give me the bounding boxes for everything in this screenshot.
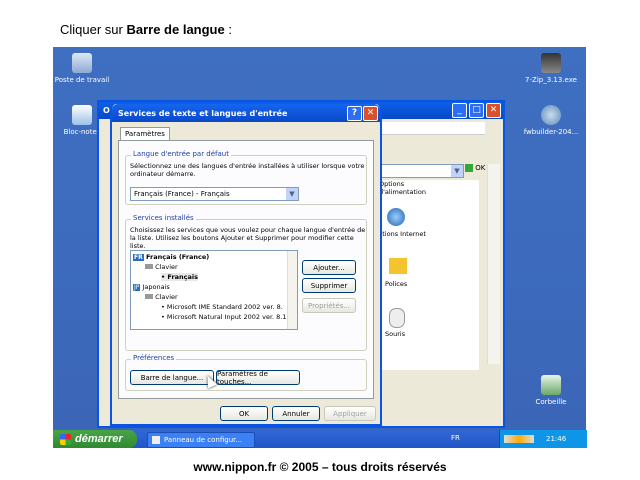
properties-button[interactable]: Propriétés... [302, 298, 356, 313]
tree-item-french-keyboard[interactable]: • Français [161, 273, 199, 281]
tab-settings[interactable]: Paramètres [120, 127, 170, 140]
footer: www.nippon.fr © 2005 – tous droits réser… [193, 460, 447, 474]
item-view: Options d'alimentation Options Internet … [367, 180, 479, 370]
default-language-select[interactable]: Français (France) - Français ▼ [130, 187, 299, 201]
desktop-icon-label: Corbeille [535, 398, 567, 406]
windows-logo-icon [60, 433, 71, 445]
taskbar-item-control-panel[interactable]: Panneau de configur... [147, 432, 255, 448]
group-label: Préférences [131, 354, 177, 362]
chevron-down-icon: ▼ [451, 165, 463, 177]
item-power-options[interactable]: Options d'alimentation [379, 180, 449, 196]
tree-item-french[interactable]: FR Français (France) [133, 253, 209, 261]
default-language-group: Langue d'entrée par défaut Sélectionnez … [125, 150, 367, 205]
desktop-icon-label: 7-Zip_3.13.exe [525, 76, 577, 84]
clock: 21:46 [546, 435, 567, 443]
notepad-icon [72, 105, 92, 125]
desktop-icon-recycle-bin[interactable]: Corbeille [516, 375, 586, 406]
group-label: Services installés [131, 214, 196, 222]
go-button[interactable]: OK [465, 164, 485, 172]
recycle-bin-icon [541, 375, 561, 395]
go-arrow-icon [465, 164, 473, 172]
language-bar-button[interactable]: Barre de langue... [130, 370, 214, 385]
minimize-button[interactable]: _ [452, 103, 467, 118]
desktop-icon-label: fwbuilder-204... [523, 128, 579, 136]
group-description: Choisissez les services que vous voulez … [130, 226, 366, 250]
instruction: Cliquer sur Barre de langue : [60, 22, 232, 37]
desktop-icon-my-computer[interactable]: Poste de travail [53, 53, 117, 84]
help-button[interactable]: ? [347, 106, 362, 121]
settings-panel: Langue d'entrée par défaut Sélectionnez … [118, 140, 374, 399]
tree-scrollbar[interactable] [287, 251, 297, 329]
internet-options-icon [387, 208, 405, 226]
control-panel-icon [152, 436, 160, 444]
preferences-group: Préférences Barre de langue... Paramètre… [125, 354, 367, 391]
desktop-icon-fwbuilder[interactable]: fwbuilder-204... [516, 105, 586, 136]
instruction-prefix: Cliquer sur [60, 22, 127, 37]
key-settings-button[interactable]: Paramètres de touches... [216, 370, 300, 386]
tree-item-keyboard[interactable]: Clavier [145, 293, 178, 301]
language-indicator[interactable]: FR [451, 434, 460, 442]
dialog-title: Services de texte et langues d'entrée [118, 108, 288, 118]
installer-icon [541, 53, 561, 73]
system-tray: 21:46 [499, 430, 587, 448]
mouse-icon [389, 308, 405, 328]
installed-services-group: Services installés Choisissez les servic… [125, 214, 367, 351]
add-button[interactable]: Ajouter... [302, 260, 356, 275]
tree-item-ime[interactable]: • Microsoft IME Standard 2002 ver. 8. [161, 303, 283, 311]
close-button[interactable]: ✕ [486, 103, 501, 118]
maximize-button[interactable]: □ [469, 103, 484, 118]
taskbar: démarrer Panneau de configur... FR 21:46 [53, 430, 587, 448]
scrollbar[interactable] [487, 164, 500, 364]
fonts-folder-icon [389, 258, 407, 274]
group-label: Langue d'entrée par défaut [131, 150, 231, 158]
bullet-icon: • [161, 303, 165, 311]
ok-button[interactable]: OK [220, 406, 268, 421]
desktop-icon-7zip[interactable]: 7-Zip_3.13.exe [516, 53, 586, 84]
keyboard-icon [145, 294, 153, 299]
group-description: Sélectionnez une des langues d'entrée in… [130, 162, 365, 178]
chevron-down-icon: ▼ [286, 188, 298, 200]
language-badge: FR [133, 254, 144, 261]
tree-item-keyboard[interactable]: Clavier [145, 263, 178, 271]
instruction-suffix: : [224, 22, 232, 37]
remove-button[interactable]: Supprimer [302, 278, 356, 293]
desktop-icon-label: Bloc-notes [63, 128, 101, 136]
text-services-dialog: Services de texte et langues d'entrée ? … [110, 104, 382, 426]
computer-icon [72, 53, 92, 73]
item-fonts[interactable]: Polices [385, 280, 407, 288]
setup-icon [541, 105, 561, 125]
start-button[interactable]: démarrer [53, 430, 137, 448]
tree-item-natural-input[interactable]: • Microsoft Natural Input 2002 ver. 8.1 [161, 313, 287, 321]
instruction-bold: Barre de langue [126, 22, 225, 37]
item-mouse[interactable]: Souris [385, 330, 405, 338]
cancel-button[interactable]: Annuler [272, 406, 320, 421]
bullet-icon: • [161, 313, 165, 321]
tray-icons[interactable] [504, 435, 534, 443]
dialog-titlebar: Services de texte et langues d'entrée ? … [112, 104, 380, 122]
tree-item-japanese[interactable]: JP Japonais [133, 283, 170, 291]
bullet-icon: • [161, 273, 166, 281]
keyboard-icon [145, 264, 153, 269]
apply-button[interactable]: Appliquer [324, 406, 376, 421]
toolbar-area [367, 122, 485, 135]
close-button[interactable]: ✕ [363, 106, 378, 121]
language-badge: JP [133, 284, 141, 291]
desktop-icon-label: Poste de travail [54, 76, 110, 84]
go-label: OK [475, 164, 486, 172]
services-tree[interactable]: FR Français (France) Clavier • Français … [130, 250, 298, 330]
